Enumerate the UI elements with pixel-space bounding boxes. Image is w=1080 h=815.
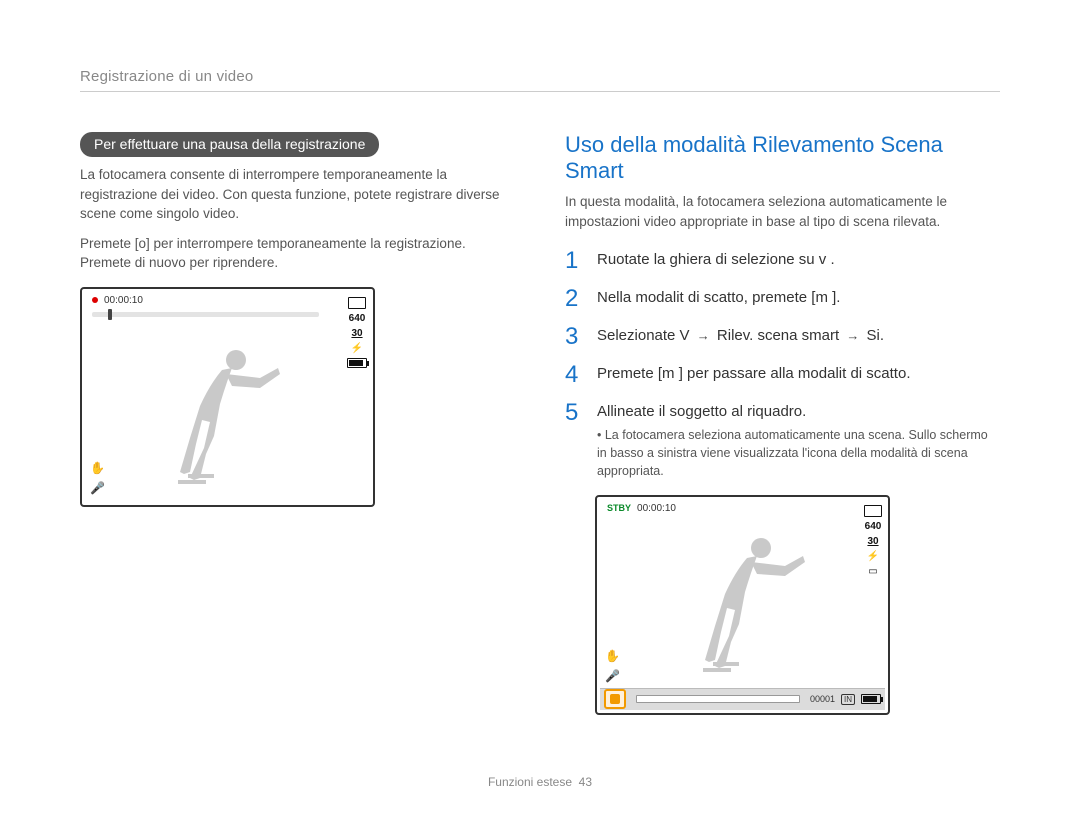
para-pause-intro: La fotocamera consente di interrompere t… [80,165,515,224]
steps-list: 1 Ruotate la ghiera di selezione su v . … [565,249,1000,480]
s3-pre: Selezionate V [597,327,694,344]
camera-lcd-recording: 00:00:10 640 30 ⚡ ✋ 🎤 [80,287,375,507]
footer-page-number: 43 [579,775,592,789]
rec-progress-thumb [108,309,112,320]
s4-post: ] per passare alla modalit di scatto. [675,365,911,382]
arrow-right-icon [843,327,862,344]
breadcrumb: Registrazione di un video [80,68,1000,92]
camera-lcd-standby: STBY 00:00:10 640 30 ⚡ ▭ ✋ 🎤 [595,495,890,715]
step-text: Nella modalit di scatto, premete [m ]. [597,287,1000,311]
pause-icon [348,297,366,309]
s4-pre: Premete [ [597,365,662,382]
right-column: Uso della modalità Rilevamento Scena Sma… [565,132,1000,715]
arrow-right-icon [694,327,713,344]
step-num: 4 [565,363,583,387]
mic-icon: 🎤 [605,669,620,683]
battery-icon [861,694,881,704]
step-num: 5 [565,401,583,480]
step-text: Premete [m ] per passare alla modalit di… [597,363,1000,387]
para2-pre: Premete [ [80,236,139,251]
step-num: 1 [565,249,583,273]
lcd-top-bar: 00:00:10 [82,289,373,310]
fps-label: 30 [351,328,362,339]
step-3: 3 Selezionate V Rilev. scena smart Si. [565,325,1000,349]
s2-pre: Nella modalit di scatto, premete [ [597,289,815,306]
stby-time: 00:00:10 [637,503,676,514]
step-4: 4 Premete [m ] per passare alla modalit … [565,363,1000,387]
resolution-label: 640 [865,521,882,532]
s5-bullet: La fotocamera seleziona automaticamente … [597,426,1000,480]
scene-mode-icon [604,689,626,709]
hand-icon: ✋ [605,649,620,663]
key-o: o [139,236,147,251]
section-pill-pause: Per effettuare una pausa della registraz… [80,132,379,157]
key-m: m [662,365,675,382]
s3-mid: Rilev. scena smart [713,327,844,344]
stby-label: STBY [607,503,631,513]
step-2: 2 Nella modalit di scatto, premete [m ]. [565,287,1000,311]
mic-icon: 🎤 [90,481,105,495]
step-num: 2 [565,287,583,311]
step-5: 5 Allineate il soggetto al riquadro. La … [565,401,1000,480]
frame-counter: 00001 [810,694,835,704]
exposure-scale-icon [636,695,800,703]
lcd-bottom-bar: 00001 IN [600,688,885,710]
footer-section: Funzioni estese [488,775,572,789]
step-num: 3 [565,325,583,349]
in-storage-icon: IN [841,694,855,705]
rec-time: 00:00:10 [104,295,143,306]
storage-icon: ▭ [868,566,877,577]
lcd-left-indicators: ✋ 🎤 [90,461,105,495]
hand-icon: ✋ [90,461,105,475]
pause-icon [864,505,882,517]
rec-progress-track [92,312,319,317]
page-footer: Funzioni estese 43 [0,775,1080,789]
record-dot-icon [92,297,98,303]
step-1: 1 Ruotate la ghiera di selezione su v . [565,249,1000,273]
step-text: Selezionate V Rilev. scena smart Si. [597,325,1000,349]
para-pause-instruction: Premete [o] per interrompere temporaneam… [80,234,515,273]
para-smart-intro: In questa modalità, la fotocamera selezi… [565,192,1000,231]
s3-end: Si. [862,327,884,344]
lcd-left-indicators: ✋ 🎤 [605,649,620,683]
flash-icon: ⚡ [351,343,363,354]
heading-smart-scene: Uso della modalità Rilevamento Scena Sma… [565,132,1000,184]
s5-main: Allineate il soggetto al riquadro. [597,403,806,420]
page-columns: Per effettuare una pausa della registraz… [80,132,1000,715]
lcd-top-bar: STBY 00:00:10 [597,497,888,518]
step-text: Ruotate la ghiera di selezione su v . [597,249,1000,273]
flash-icon: ⚡ [867,551,879,562]
lcd-right-indicators: 640 30 ⚡ [347,297,367,368]
step-text: Allineate il soggetto al riquadro. La fo… [597,401,1000,480]
resolution-label: 640 [349,313,366,324]
skater-silhouette-icon [160,344,300,499]
lcd-right-indicators: 640 30 ⚡ ▭ [864,505,882,577]
key-m: m [815,289,828,306]
skater-silhouette-icon [685,532,825,687]
fps-label: 30 [867,536,878,547]
s2-post: ]. [828,289,841,306]
battery-icon [347,358,367,368]
left-column: Per effettuare una pausa della registraz… [80,132,515,715]
